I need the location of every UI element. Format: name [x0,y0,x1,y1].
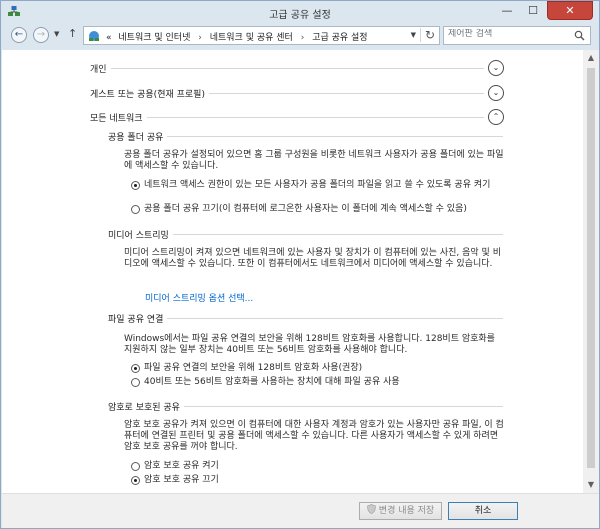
breadcrumb: « 네트워크 및 인터넷 › 네트워크 및 공유 센터 › 고급 공유 설정 [106,30,368,43]
password-protected-sharing-heading: 암호로 보호된 공유 [108,400,503,413]
encryption-128-label[interactable]: 파일 공유 연결의 보안을 위해 128비트 암호화 사용(권장) [144,363,504,374]
encryption-40-56-option[interactable]: 40비트 또는 56비트 암호화를 사용하는 장치에 대해 파일 공유 사용 [131,377,506,389]
maximize-button[interactable]: ☐ [520,2,546,21]
breadcrumb-overflow[interactable]: « [106,33,112,43]
radio-button[interactable] [131,205,140,214]
public-folder-description: 공용 폴더 공유가 설정되어 있으면 홈 그룹 구성원을 비롯한 네트워크 사용… [124,150,504,171]
section-guest-label: 게스트 또는 공용(현재 프로필) [90,87,209,100]
recent-pages-dropdown[interactable]: ▼ [54,30,59,38]
forward-button[interactable]: → [33,27,49,43]
refresh-button[interactable]: ↻ [419,28,435,42]
radio-button[interactable] [131,462,140,471]
search-box [443,26,591,45]
section-all-networks[interactable]: 모든 네트워크 ⌃ [90,109,504,125]
title-bar: 고급 공유 설정 — ☐ ✕ [1,1,599,23]
chevron-down-icon[interactable]: ⌄ [488,60,504,76]
chevron-up-icon[interactable]: ⌃ [488,109,504,125]
save-changes-button[interactable]: 변경 내용 저장 [359,502,442,520]
scrollbar-thumb[interactable] [587,68,595,468]
breadcrumb-separator[interactable]: › [301,33,305,43]
section-all-label: 모든 네트워크 [90,111,147,124]
public-folder-sharing-heading: 공용 폴더 공유 [108,130,503,143]
radio-button[interactable] [131,378,140,387]
save-changes-label: 변경 내용 저장 [378,506,435,516]
scroll-down-arrow[interactable]: ▼ [583,477,599,493]
up-button[interactable]: ↑ [68,27,77,40]
uac-shield-icon [366,504,376,514]
password-sharing-off-label[interactable]: 암호 보호 공유 끄기 [144,475,504,486]
dialog-footer: 변경 내용 저장 취소 [2,493,599,528]
password-sharing-on-label[interactable]: 암호 보호 공유 켜기 [144,461,504,472]
section-private-label: 개인 [90,62,111,75]
file-sharing-description: Windows에서는 파일 공유 연결의 보안을 위해 128비트 암호화를 사… [124,334,495,355]
address-field[interactable]: « 네트워크 및 인터넷 › 네트워크 및 공유 센터 › 고급 공유 설정 ▼… [83,26,440,45]
media-streaming-options-link[interactable]: 미디어 스트리밍 옵션 선택... [145,291,253,304]
settings-content: 개인 ⌄ 게스트 또는 공용(현재 프로필) ⌄ 모든 네트워크 ⌃ 공용 폴더… [2,50,583,493]
encryption-40-56-label[interactable]: 40비트 또는 56비트 암호화를 사용하는 장치에 대해 파일 공유 사용 [144,377,504,388]
breadcrumb-network-internet[interactable]: 네트워크 및 인터넷 [118,33,190,43]
file-sharing-connections-heading: 파일 공유 연결 [108,312,503,325]
address-dropdown[interactable]: ▼ [411,31,416,39]
control-panel-network-icon [89,31,99,41]
close-button[interactable]: ✕ [547,1,593,20]
breadcrumb-network-sharing-center[interactable]: 네트워크 및 공유 센터 [210,33,293,43]
media-streaming-heading: 미디어 스트리밍 [108,228,503,241]
scroll-up-arrow[interactable]: ▲ [583,50,599,66]
password-sharing-off-option[interactable]: 암호 보호 공유 끄기 [131,475,506,487]
breadcrumb-separator[interactable]: › [198,33,202,43]
search-icon[interactable] [574,30,585,41]
address-bar: ← → ▼ ↑ « 네트워크 및 인터넷 › 네트워크 및 공유 센터 › 고급… [1,24,599,48]
chevron-down-icon[interactable]: ⌄ [488,85,504,101]
search-input[interactable] [448,29,568,39]
section-divider [90,117,484,118]
radio-button[interactable] [131,364,140,373]
section-guest-public[interactable]: 게스트 또는 공용(현재 프로필) ⌄ [90,85,504,101]
radio-button[interactable] [131,181,140,190]
encryption-128-option[interactable]: 파일 공유 연결의 보안을 위해 128비트 암호화 사용(권장) [131,363,506,375]
section-private[interactable]: 개인 ⌄ [90,60,504,76]
breadcrumb-advanced-sharing[interactable]: 고급 공유 설정 [312,33,367,43]
cancel-button[interactable]: 취소 [448,502,518,520]
advanced-sharing-window: 고급 공유 설정 — ☐ ✕ ← → ▼ ↑ « 네트워크 및 인터넷 › 네트… [0,0,600,529]
password-sharing-on-option[interactable]: 암호 보호 공유 켜기 [131,461,506,473]
public-folder-off-label[interactable]: 공용 폴더 공유 끄기(이 컴퓨터에 로그온한 사용자는 이 폴더에 계속 액세… [144,204,504,215]
public-folder-on-label[interactable]: 네트워크 액세스 권한이 있는 모든 사용자가 공용 폴더의 파일을 읽고 쓸 … [144,180,504,191]
section-divider [90,68,484,69]
minimize-button[interactable]: — [494,2,520,21]
vertical-scrollbar[interactable]: ▲ ▼ [583,50,599,493]
public-folder-off-option[interactable]: 공용 폴더 공유 끄기(이 컴퓨터에 로그온한 사용자는 이 폴더에 계속 액세… [131,204,506,216]
public-folder-on-option[interactable]: 네트워크 액세스 권한이 있는 모든 사용자가 공용 폴더의 파일을 읽고 쓸 … [131,180,506,202]
password-sharing-description: 암호 보호 공유가 켜져 있으면 이 컴퓨터에 대한 사용자 계정과 암호가 있… [124,420,504,452]
radio-button[interactable] [131,476,140,485]
back-button[interactable]: ← [11,27,27,43]
media-streaming-description: 미디어 스트리밍이 켜져 있으면 네트워크에 있는 사용자 및 장치가 이 컴퓨… [124,248,501,269]
